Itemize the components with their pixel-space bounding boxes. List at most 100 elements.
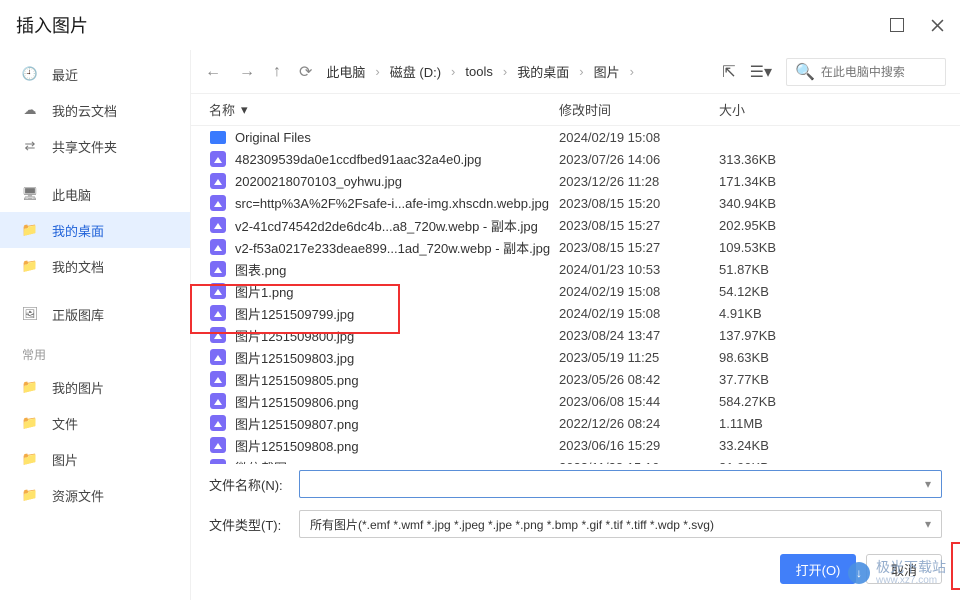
open-button[interactable]: 打开(O) <box>780 554 856 584</box>
file-row[interactable]: 482309539da0e1ccdfbed91aac32a4e0.jpg2023… <box>191 148 960 170</box>
sidebar-common-0[interactable]: 📁 我的图片 <box>0 369 190 405</box>
sidebar-item-4[interactable]: 📁我的桌面 <box>0 212 190 248</box>
folder-icon: 📁 <box>22 222 38 238</box>
sidebar-item-3[interactable]: 🖥 此电脑 <box>0 176 190 212</box>
folder-icon: 📁 <box>22 487 38 503</box>
maximize-button[interactable] <box>890 18 904 32</box>
folder-icon: 📁 <box>22 415 38 431</box>
file-date: 2023/08/15 15:27 <box>559 240 719 255</box>
cancel-button[interactable]: 取消 <box>866 554 942 584</box>
file-name: 图片1251509807.png <box>235 414 559 433</box>
nav-refresh-icon[interactable]: ⟳ <box>299 62 312 82</box>
highlight-open-box <box>951 542 960 590</box>
nav-back-icon[interactable]: ← <box>205 63 221 81</box>
file-name: 图片1251509799.jpg <box>235 304 559 323</box>
image-file-icon <box>210 327 226 343</box>
sidebar-item-label: 此电脑 <box>52 185 91 204</box>
image-file-icon <box>210 305 226 321</box>
new-folder-icon[interactable]: ⇱ <box>722 62 735 82</box>
sidebar-item-5[interactable]: 📁我的文档 <box>0 248 190 284</box>
folder-icon: 📁 <box>22 379 38 395</box>
chevron-right-icon: › <box>630 64 634 79</box>
sidebar-common-2[interactable]: 📁图片 <box>0 441 190 477</box>
image-file-icon <box>210 173 226 189</box>
crumb-1[interactable]: 磁盘 (D:) <box>390 62 441 81</box>
column-headers[interactable]: 名称 ▾ 修改时间 大小 <box>191 94 960 126</box>
file-date: 2023/07/26 14:06 <box>559 152 719 167</box>
file-date: 2023/08/15 15:20 <box>559 196 719 211</box>
file-row[interactable]: v2-41cd74542d2de6dc4b...a8_720w.webp - 副… <box>191 214 960 236</box>
sidebar-item-label: 最近 <box>52 65 78 84</box>
file-row[interactable]: 图片1251509806.png2023/06/08 15:44584.27KB <box>191 390 960 412</box>
file-name: 图片1251509800.jpg <box>235 326 559 345</box>
file-row[interactable]: v2-f53a0217e233deae899...1ad_720w.webp -… <box>191 236 960 258</box>
image-file-icon <box>210 349 226 365</box>
file-date: 2024/01/23 10:53 <box>559 262 719 277</box>
filename-input[interactable]: ▾ <box>299 470 942 498</box>
file-date: 2023/05/19 11:25 <box>559 350 719 365</box>
file-name: src=http%3A%2F%2Fsafe-i...afe-img.xhscdn… <box>235 196 559 211</box>
file-name: 482309539da0e1ccdfbed91aac32a4e0.jpg <box>235 152 559 167</box>
file-row[interactable]: 图片1251509799.jpg2024/02/19 15:084.91KB <box>191 302 960 324</box>
file-list[interactable]: Original Files2024/02/19 15:08482309539d… <box>191 126 960 464</box>
file-size: 340.94KB <box>719 196 942 211</box>
file-row[interactable]: 20200218070103_oyhwu.jpg2023/12/26 11:28… <box>191 170 960 192</box>
clock-icon: 🕘 <box>22 66 38 82</box>
file-size: 1.11MB <box>719 416 942 431</box>
file-date: 2023/12/26 11:28 <box>559 174 719 189</box>
file-size: 137.97KB <box>719 328 942 343</box>
crumb-2[interactable]: tools <box>465 64 492 79</box>
sidebar-item-label: 资源文件 <box>52 486 104 505</box>
file-name: v2-41cd74542d2de6dc4b...a8_720w.webp - 副… <box>235 216 559 235</box>
breadcrumb[interactable]: 此电脑›磁盘 (D:)›tools›我的桌面›图片› <box>326 62 708 81</box>
folder-icon: 📁 <box>22 258 38 274</box>
filetype-label: 文件类型(T): <box>209 515 287 534</box>
sort-icon: ▾ <box>241 102 248 118</box>
chevron-right-icon: › <box>503 64 507 79</box>
nav-forward-icon[interactable]: → <box>239 63 255 81</box>
file-name: 图表.png <box>235 260 559 279</box>
image-file-icon <box>210 217 226 233</box>
file-date: 2023/06/08 15:44 <box>559 394 719 409</box>
sidebar-item-label: 我的图片 <box>52 378 104 397</box>
sidebar-common-1[interactable]: 📁 文件 <box>0 405 190 441</box>
sidebar-item-0[interactable]: 🕘 最近 <box>0 56 190 92</box>
file-size: 98.63KB <box>719 350 942 365</box>
sidebar-section-label: 常用 <box>0 332 190 369</box>
file-date: 2022/12/26 08:24 <box>559 416 719 431</box>
file-row[interactable]: src=http%3A%2F%2Fsafe-i...afe-img.xhscdn… <box>191 192 960 214</box>
filename-label: 文件名称(N): <box>209 475 287 494</box>
file-row[interactable]: 图片1251509803.jpg2023/05/19 11:2598.63KB <box>191 346 960 368</box>
file-row[interactable]: 图片1251509800.jpg2023/08/24 13:47137.97KB <box>191 324 960 346</box>
nav-up-icon[interactable]: ↑ <box>273 63 281 81</box>
file-size: 313.36KB <box>719 152 942 167</box>
crumb-0[interactable]: 此电脑 <box>326 62 365 81</box>
image-file-icon <box>210 151 226 167</box>
filetype-select[interactable]: 所有图片(*.emf *.wmf *.jpg *.jpeg *.jpe *.pn… <box>299 510 942 538</box>
sidebar-item-1[interactable]: ☁我的云文档 <box>0 92 190 128</box>
sidebar-item-6[interactable]: 🖼正版图库 <box>0 296 190 332</box>
share-icon: ⇄ <box>22 138 38 154</box>
file-row[interactable]: 图片1.png2024/02/19 15:0854.12KB <box>191 280 960 302</box>
file-name: v2-f53a0217e233deae899...1ad_720w.webp -… <box>235 238 559 257</box>
image-file-icon <box>210 437 226 453</box>
crumb-3[interactable]: 我的桌面 <box>517 62 569 81</box>
crumb-4[interactable]: 图片 <box>594 62 620 81</box>
file-date: 2024/02/19 15:08 <box>559 130 719 145</box>
sidebar-item-label: 文件 <box>52 414 78 433</box>
file-size: 202.95KB <box>719 218 942 233</box>
file-row[interactable]: 微信截图_20231128151605.png2023/11/28 15:168… <box>191 456 960 464</box>
sidebar-item-2[interactable]: ⇄共享文件夹 <box>0 128 190 164</box>
file-row[interactable]: 图片1251509808.png2023/06/16 15:2933.24KB <box>191 434 960 456</box>
search-input[interactable]: 🔍 <box>786 58 946 86</box>
file-row[interactable]: Original Files2024/02/19 15:08 <box>191 126 960 148</box>
file-row[interactable]: 图片1251509805.png2023/05/26 08:4237.77KB <box>191 368 960 390</box>
view-mode-icon[interactable]: ☰▾ <box>750 62 772 82</box>
file-row[interactable]: 图表.png2024/01/23 10:5351.87KB <box>191 258 960 280</box>
file-row[interactable]: 图片1251509807.png2022/12/26 08:241.11MB <box>191 412 960 434</box>
sidebar-common-3[interactable]: 📁 资源文件 <box>0 477 190 513</box>
close-button[interactable] <box>930 18 944 32</box>
file-date: 2023/08/15 15:27 <box>559 218 719 233</box>
file-name: 图片1251509805.png <box>235 370 559 389</box>
monitor-icon: 🖥 <box>22 186 38 202</box>
